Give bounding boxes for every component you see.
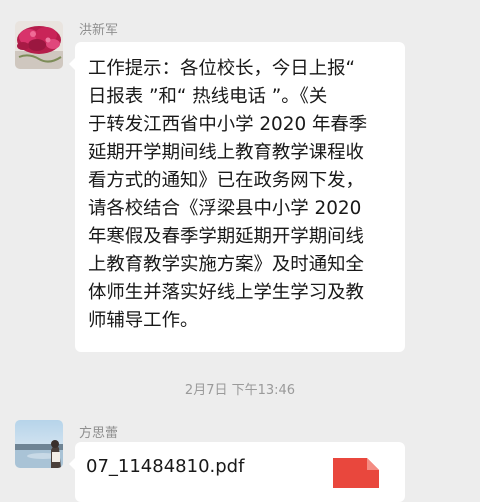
file-message-bubble[interactable]: 07_11484810.pdf xyxy=(69,442,405,502)
message-line: 工作提示：各位校长，今日上报“ xyxy=(88,58,355,79)
sender-avatar[interactable] xyxy=(15,21,63,69)
message-bubble[interactable]: 工作提示：各位校长，今日上报“ 日报表 ”和“ 热线电话 ”。《关 于转发江西省… xyxy=(69,42,405,352)
message-line: 日报表 ”和“ 热线电话 ”。《关 xyxy=(88,86,328,107)
timestamp: 2月7日 下午13:46 xyxy=(184,383,296,398)
message-line: 请各校结合《浮梁县中小学 2020 xyxy=(88,198,362,219)
message-line: 延期开学期间线上教育教学课程收 xyxy=(88,142,364,163)
lake-photo-avatar xyxy=(15,420,63,468)
sender-avatar[interactable] xyxy=(15,420,63,468)
message-line: 师辅导工作。 xyxy=(88,310,199,331)
message-line: 体师生并落实好线上学生学习及教 xyxy=(88,282,364,303)
file-name: 07_11484810.pdf xyxy=(86,456,245,477)
message-line: 上教育教学实施方案》及时通知全 xyxy=(88,254,364,275)
message-line: 年寒假及春季学期延期开学期间线 xyxy=(88,226,364,247)
message-line: 看方式的通知》已在政务网下发， xyxy=(88,170,364,191)
sender-name: 方思蕾 xyxy=(79,426,119,441)
message-line: 于转发江西省中小学 2020 年春季 xyxy=(88,114,368,135)
rose-photo-avatar xyxy=(15,21,63,69)
sender-name: 洪新军 xyxy=(79,23,119,38)
pdf-file-icon xyxy=(333,458,379,488)
